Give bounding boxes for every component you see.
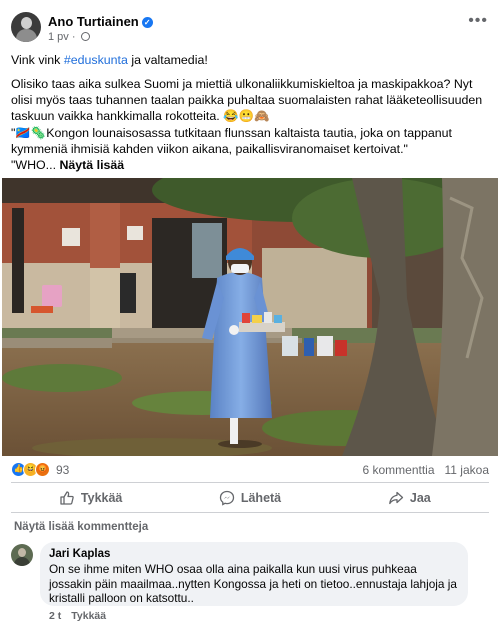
hashtag-link[interactable]: #eduskunta	[64, 53, 128, 67]
more-comments-link[interactable]: Näytä lisää kommentteja	[14, 521, 148, 533]
verified-badge-icon: ✓	[141, 17, 153, 28]
who-prefix: "WHO...	[11, 158, 60, 172]
divider	[11, 512, 489, 513]
comment-time[interactable]: 2 t	[49, 610, 61, 622]
reaction-count[interactable]: 93	[56, 463, 69, 477]
comment-like-link[interactable]: Tykkää	[71, 610, 106, 622]
post-line1-post: ja valtamedia!	[127, 53, 208, 67]
more-options-icon[interactable]: •••	[468, 13, 488, 29]
messenger-icon	[219, 490, 234, 506]
globe-icon	[80, 32, 90, 41]
post-meta: 1 pv ·	[48, 31, 90, 43]
author-name[interactable]: Ano Turtiainen ✓	[48, 14, 153, 29]
action-bar: Tykkää Lähetä Jaa	[11, 486, 489, 510]
comment-bubble: Jari Kaplas On se ihme miten WHO osaa ol…	[40, 542, 468, 606]
send-button[interactable]: Lähetä	[170, 486, 329, 510]
commenter-avatar[interactable]	[11, 544, 33, 566]
post-card: Ano Turtiainen ✓ 1 pv · ••• Vink vink #ed…	[0, 0, 500, 628]
author-avatar[interactable]	[11, 12, 41, 42]
post-line1: Vink vink #eduskunta ja valtamedia!	[11, 52, 488, 68]
divider	[11, 482, 489, 483]
post-time[interactable]: 1 pv	[48, 31, 69, 43]
post-quote: "🇨🇩🦠Kongon lounaisosassa tutkitaan fluns…	[11, 126, 452, 156]
share-count[interactable]: 11 jakoa	[445, 463, 489, 477]
post-who-line: "WHO... Näytä lisää	[11, 157, 488, 173]
like-label: Tykkää	[80, 491, 123, 505]
share-arrow-icon	[389, 491, 404, 505]
share-button[interactable]: Jaa	[330, 486, 489, 510]
thumbs-up-icon	[60, 491, 74, 505]
angry-reaction-icon: 😡	[35, 462, 50, 477]
post-line1-pre: Vink vink	[11, 53, 64, 67]
author-name-text[interactable]: Ano Turtiainen	[48, 14, 139, 29]
post-photo[interactable]	[2, 178, 498, 456]
post-header: Ano Turtiainen ✓ 1 pv · •••	[11, 12, 490, 46]
commenter-name[interactable]: Jari Kaplas	[49, 548, 459, 560]
photo-illustration	[2, 178, 498, 456]
see-more-link[interactable]: Näytä lisää	[59, 158, 124, 172]
send-label: Lähetä	[240, 491, 282, 505]
post-paragraph: Olisiko taas aika sulkea Suomi ja mietti…	[11, 77, 483, 123]
comment-count[interactable]: 6 kommenttia	[362, 463, 434, 477]
comment-text: On se ihme miten WHO osaa olla aina paik…	[49, 562, 457, 605]
engagement-counts: 6 kommenttia 11 jakoa	[352, 463, 489, 477]
like-button[interactable]: Tykkää	[11, 486, 170, 510]
comment-meta: 2 t Tykkää	[49, 610, 106, 622]
share-label: Jaa	[409, 491, 431, 505]
